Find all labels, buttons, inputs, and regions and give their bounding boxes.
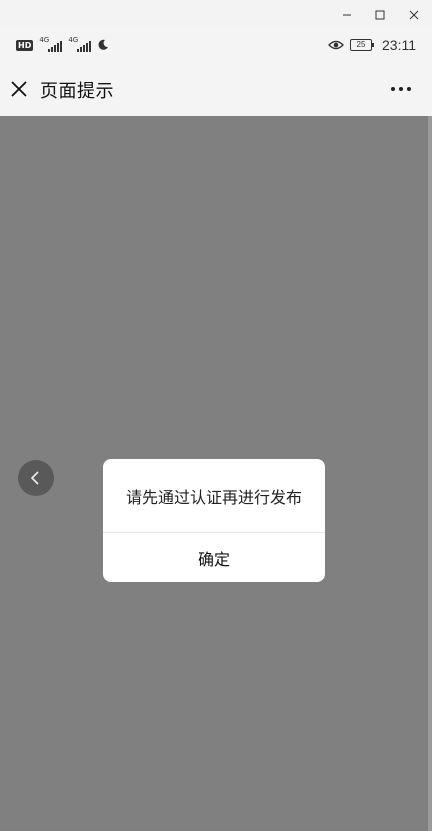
page-header: 页面提示 (0, 62, 432, 116)
scrollbar-edge (428, 116, 432, 831)
signal-bars-icon (77, 41, 92, 52)
more-icon (391, 87, 411, 91)
hd-badge: HD (16, 39, 34, 51)
app-frame: HD 4G 4G 25 23:11 页面提示 请先通过认证再进行发布 确定 (0, 0, 432, 831)
status-time: 23:11 (382, 37, 416, 53)
status-left: HD 4G 4G (16, 36, 109, 52)
maximize-icon (375, 10, 385, 20)
status-right: 25 23:11 (328, 37, 416, 53)
page-title: 页面提示 (40, 81, 114, 102)
close-icon (11, 81, 27, 97)
battery-icon: 25 (350, 39, 374, 51)
window-maximize-button[interactable] (363, 0, 397, 30)
floating-back-button[interactable] (18, 460, 54, 496)
dialog-message: 请先通过认证再进行发布 (103, 459, 325, 533)
network-type-label: 4G (39, 36, 50, 44)
moon-icon (98, 39, 109, 50)
status-bar: HD 4G 4G 25 23:11 (0, 30, 432, 62)
eye-icon (328, 40, 344, 50)
window-title-bar (0, 0, 432, 31)
confirm-button[interactable]: 确定 (103, 533, 325, 582)
close-icon (409, 10, 419, 20)
minimize-icon (343, 14, 351, 16)
header-close-button[interactable] (6, 76, 32, 102)
window-minimize-button[interactable] (330, 0, 364, 30)
signal-bars-icon (48, 41, 63, 52)
more-button[interactable] (386, 76, 416, 102)
window-close-button[interactable] (397, 0, 431, 30)
signal-indicator-1: 4G (39, 36, 63, 52)
alert-dialog: 请先通过认证再进行发布 确定 (103, 459, 325, 582)
signal-indicator-2: 4G (68, 36, 92, 52)
chevron-left-icon (30, 471, 39, 485)
network-type-label: 4G (68, 36, 79, 44)
